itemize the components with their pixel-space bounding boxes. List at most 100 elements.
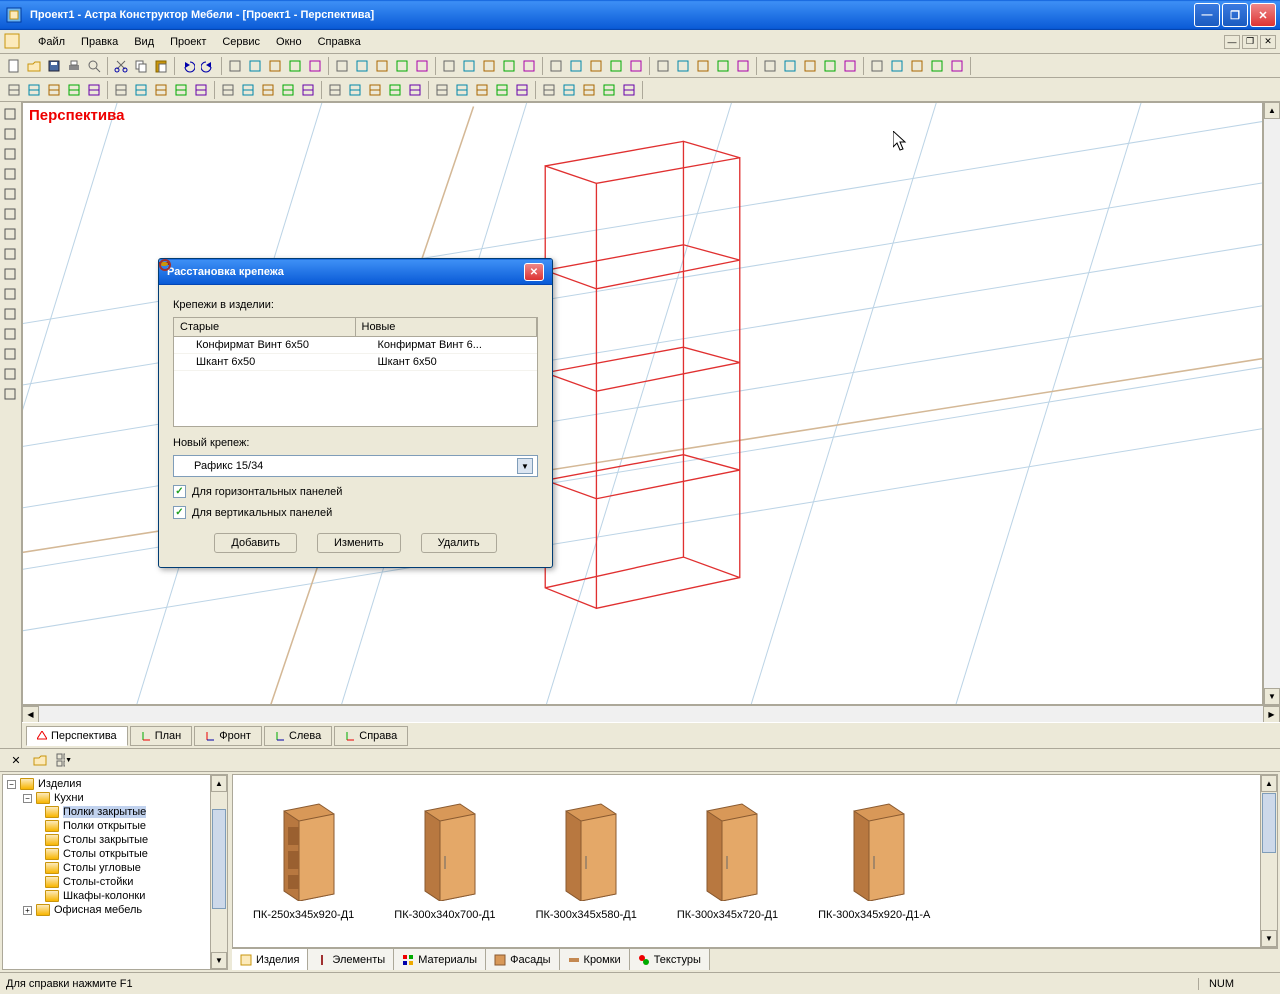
new-icon[interactable]: [5, 57, 23, 75]
toolbar-icon[interactable]: [520, 57, 538, 75]
toolbar-icon[interactable]: [540, 81, 558, 99]
toolbar-icon[interactable]: [453, 81, 471, 99]
thumbnail-item[interactable]: document.write(cab(false));ПК-300x345x92…: [818, 801, 930, 921]
toolbar-icon[interactable]: [219, 81, 237, 99]
toolbar-icon[interactable]: [627, 57, 645, 75]
minimize-button[interactable]: —: [1194, 3, 1220, 27]
toolbar-icon[interactable]: [607, 57, 625, 75]
toolbar-icon[interactable]: [948, 57, 966, 75]
menu-window[interactable]: Окно: [268, 33, 310, 51]
toolbar-icon[interactable]: [326, 81, 344, 99]
tab-front[interactable]: Фронт: [194, 726, 262, 746]
toolbar-icon[interactable]: [366, 81, 384, 99]
mdi-close[interactable]: ✕: [1260, 35, 1276, 49]
toolbar-icon[interactable]: [513, 81, 531, 99]
close-button[interactable]: ✕: [1250, 3, 1276, 27]
toolbar-icon[interactable]: [734, 57, 752, 75]
toolbar-icon[interactable]: [433, 81, 451, 99]
tab-left[interactable]: Слева: [264, 726, 332, 746]
x-icon[interactable]: [1, 205, 19, 223]
tab-products[interactable]: Изделия: [232, 949, 308, 970]
toolbar-icon[interactable]: [306, 57, 324, 75]
menu-project[interactable]: Проект: [162, 33, 214, 51]
toolbar-icon[interactable]: [259, 81, 277, 99]
toolbar-icon[interactable]: [286, 57, 304, 75]
toolbar-icon[interactable]: [192, 81, 210, 99]
mdi-minimize[interactable]: —: [1224, 35, 1240, 49]
rot-icon[interactable]: [1, 325, 19, 343]
toolbar-icon[interactable]: [279, 81, 297, 99]
open-icon[interactable]: [25, 57, 43, 75]
arc-icon[interactable]: [1, 305, 19, 323]
toolbar-icon[interactable]: [246, 57, 264, 75]
thumbnail-item[interactable]: document.write(cab(false));ПК-300x345x58…: [536, 801, 637, 921]
paste-icon[interactable]: [152, 57, 170, 75]
print-icon[interactable]: [65, 57, 83, 75]
toolbar-icon[interactable]: [761, 57, 779, 75]
toolbar-icon[interactable]: [45, 81, 63, 99]
toolbar-icon[interactable]: [239, 81, 257, 99]
save-icon[interactable]: [45, 57, 63, 75]
toolbar-icon[interactable]: [801, 57, 819, 75]
toolbar-icon[interactable]: [413, 57, 431, 75]
rot2-icon[interactable]: [1, 365, 19, 383]
menu-view[interactable]: Вид: [126, 33, 162, 51]
toolbar-icon[interactable]: [333, 57, 351, 75]
toolbar-icon[interactable]: [781, 57, 799, 75]
tab-elements[interactable]: Элементы: [308, 949, 394, 970]
toolbar-icon[interactable]: [888, 57, 906, 75]
toolbar-icon[interactable]: [299, 81, 317, 99]
tree-item-kitchens[interactable]: −Кухни: [5, 791, 225, 805]
catalog-open-icon[interactable]: [31, 751, 49, 769]
toolbar-icon[interactable]: [587, 57, 605, 75]
toolbar-icon[interactable]: [132, 81, 150, 99]
mdi-restore[interactable]: ❐: [1242, 35, 1258, 49]
menu-edit[interactable]: Правка: [73, 33, 126, 51]
tab-facades[interactable]: Фасады: [486, 949, 559, 970]
toolbar-icon[interactable]: [493, 81, 511, 99]
tab-edges[interactable]: Кромки: [560, 949, 630, 970]
catalog-grid-icon[interactable]: ▼: [55, 751, 73, 769]
tree-item[interactable]: Полки открытые: [5, 819, 225, 833]
thumbnail-grid[interactable]: function cab(open){return '<svg width="8…: [232, 774, 1278, 948]
grip-icon[interactable]: [1, 385, 19, 403]
rect-icon[interactable]: [1, 145, 19, 163]
tree-item[interactable]: Шкафы-колонки: [5, 889, 225, 903]
toolbar-icon[interactable]: [393, 57, 411, 75]
thumbs-vscroll[interactable]: ▲▼: [1260, 775, 1277, 947]
menu-service[interactable]: Сервис: [214, 33, 268, 51]
viewport-hscroll[interactable]: ◀▶: [22, 705, 1280, 722]
maximize-button[interactable]: ❐: [1222, 3, 1248, 27]
toolbar-icon[interactable]: [908, 57, 926, 75]
toolbar-icon[interactable]: [620, 81, 638, 99]
undo-icon[interactable]: [179, 57, 197, 75]
toolbar-icon[interactable]: [152, 81, 170, 99]
toolbar-icon[interactable]: [85, 81, 103, 99]
cut-icon[interactable]: [112, 57, 130, 75]
toolbar-icon[interactable]: [500, 57, 518, 75]
toolbar-icon[interactable]: [654, 57, 672, 75]
toolbar-icon[interactable]: [714, 57, 732, 75]
toolbar-icon[interactable]: [567, 57, 585, 75]
toolbar-icon[interactable]: [386, 81, 404, 99]
toolbar-icon[interactable]: [821, 57, 839, 75]
toolbar-icon[interactable]: [266, 57, 284, 75]
menu-help[interactable]: Справка: [310, 33, 369, 51]
toolbar-icon[interactable]: [373, 57, 391, 75]
thumbnail-item[interactable]: document.write(cab(true));ПК-250x345x920…: [253, 801, 354, 921]
tree-vscroll[interactable]: ▲▼: [210, 775, 227, 969]
tree-item[interactable]: Полки закрытые: [5, 805, 225, 819]
dim-icon[interactable]: [1, 185, 19, 203]
tree-item[interactable]: Столы закрытые: [5, 833, 225, 847]
toolbar-icon[interactable]: [547, 57, 565, 75]
toolbar-icon[interactable]: [440, 57, 458, 75]
catalog-tree[interactable]: −Изделия −Кухни Полки закрытые Полки отк…: [2, 774, 228, 970]
toolbar-icon[interactable]: [172, 81, 190, 99]
tree-item-root[interactable]: −Изделия: [5, 777, 225, 791]
toolbar-icon[interactable]: [694, 57, 712, 75]
toolbar-icon[interactable]: [600, 81, 618, 99]
line-icon[interactable]: [1, 125, 19, 143]
catalog-close-icon[interactable]: ✕: [7, 751, 25, 769]
tree-item[interactable]: Столы-стойки: [5, 875, 225, 889]
tab-materials[interactable]: Материалы: [394, 949, 486, 970]
